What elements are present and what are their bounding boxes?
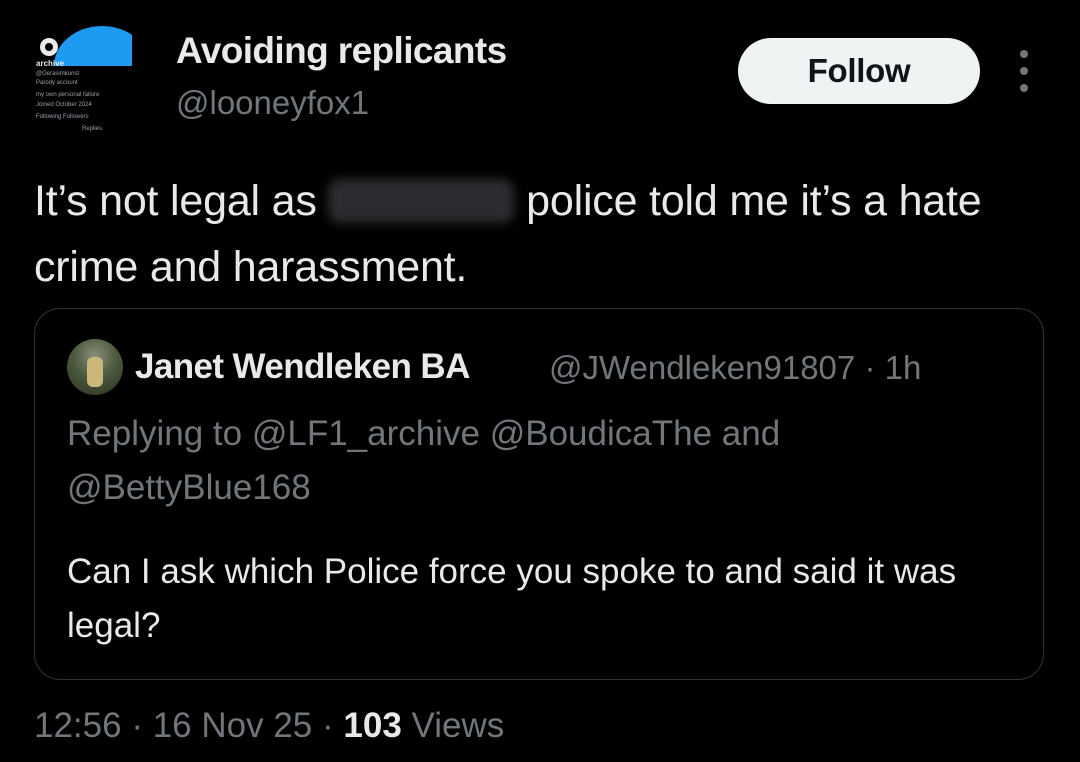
views-count[interactable]: 103 xyxy=(343,706,401,745)
quoted-meta: @JWendleken91807 · 1h xyxy=(549,349,921,387)
avatar-text-line: @Gerasimkunst xyxy=(36,71,80,77)
avatar-text-line: Parody account xyxy=(36,80,78,86)
author-handle[interactable]: @looneyfox1 xyxy=(176,84,369,122)
avatar-text-line: archive xyxy=(36,59,65,68)
tweet-date[interactable]: 16 Nov 25 xyxy=(153,706,313,745)
redacted-blur xyxy=(328,179,515,223)
follow-button[interactable]: Follow xyxy=(738,38,980,104)
and-word: and xyxy=(721,414,781,453)
tweet-time[interactable]: 12:56 xyxy=(34,706,122,745)
avatar-text-line: Joined October 2024 xyxy=(36,102,92,108)
avatar-text-line: my own personal failure xyxy=(36,92,100,98)
dot xyxy=(1020,84,1028,92)
avatar-text-line: Following Followers xyxy=(36,114,89,120)
quoted-author-name[interactable]: Janet Wendleken BA xyxy=(135,347,470,387)
tweet-text: It’s not legal as police told me it’s a … xyxy=(34,168,1034,300)
dot xyxy=(1020,67,1028,75)
views-label: Views xyxy=(411,706,505,745)
footer-separator: · xyxy=(131,706,143,745)
avatar-banner-shape xyxy=(54,26,132,66)
replying-prefix: Replying to xyxy=(67,414,243,453)
mention-link[interactable]: @BoudicaThe xyxy=(490,414,712,453)
mention-link[interactable]: @BettyBlue168 xyxy=(67,468,311,507)
quoted-time-ago[interactable]: 1h xyxy=(885,349,922,386)
quoted-author-avatar[interactable] xyxy=(67,339,123,395)
avatar-text-line: Replies xyxy=(82,126,103,132)
mention-link[interactable]: @LF1_archive xyxy=(252,414,480,453)
quoted-tweet-card[interactable]: Janet Wendleken BA @JWendleken91807 · 1h… xyxy=(34,308,1044,680)
replying-to-line: Replying to @LF1_archive @BoudicaThe and… xyxy=(67,407,1007,515)
author-avatar[interactable]: archive @Gerasimkunst Parody account my … xyxy=(24,24,132,142)
tweet-text-start: It’s not legal as xyxy=(34,177,317,225)
footer-separator: · xyxy=(322,706,334,745)
tweet-footer: 12:56 · 16 Nov 25 · 103 Views xyxy=(34,706,504,746)
more-dots-vertical-icon[interactable] xyxy=(1010,50,1038,92)
quoted-tweet-text: Can I ask which Police force you spoke t… xyxy=(67,552,957,645)
quoted-author-handle[interactable]: @JWendleken91807 xyxy=(549,349,855,386)
author-name[interactable]: Avoiding replicants xyxy=(176,30,507,72)
dot xyxy=(1020,50,1028,58)
meta-separator: · xyxy=(864,349,876,386)
archive-logo-icon xyxy=(40,38,58,56)
